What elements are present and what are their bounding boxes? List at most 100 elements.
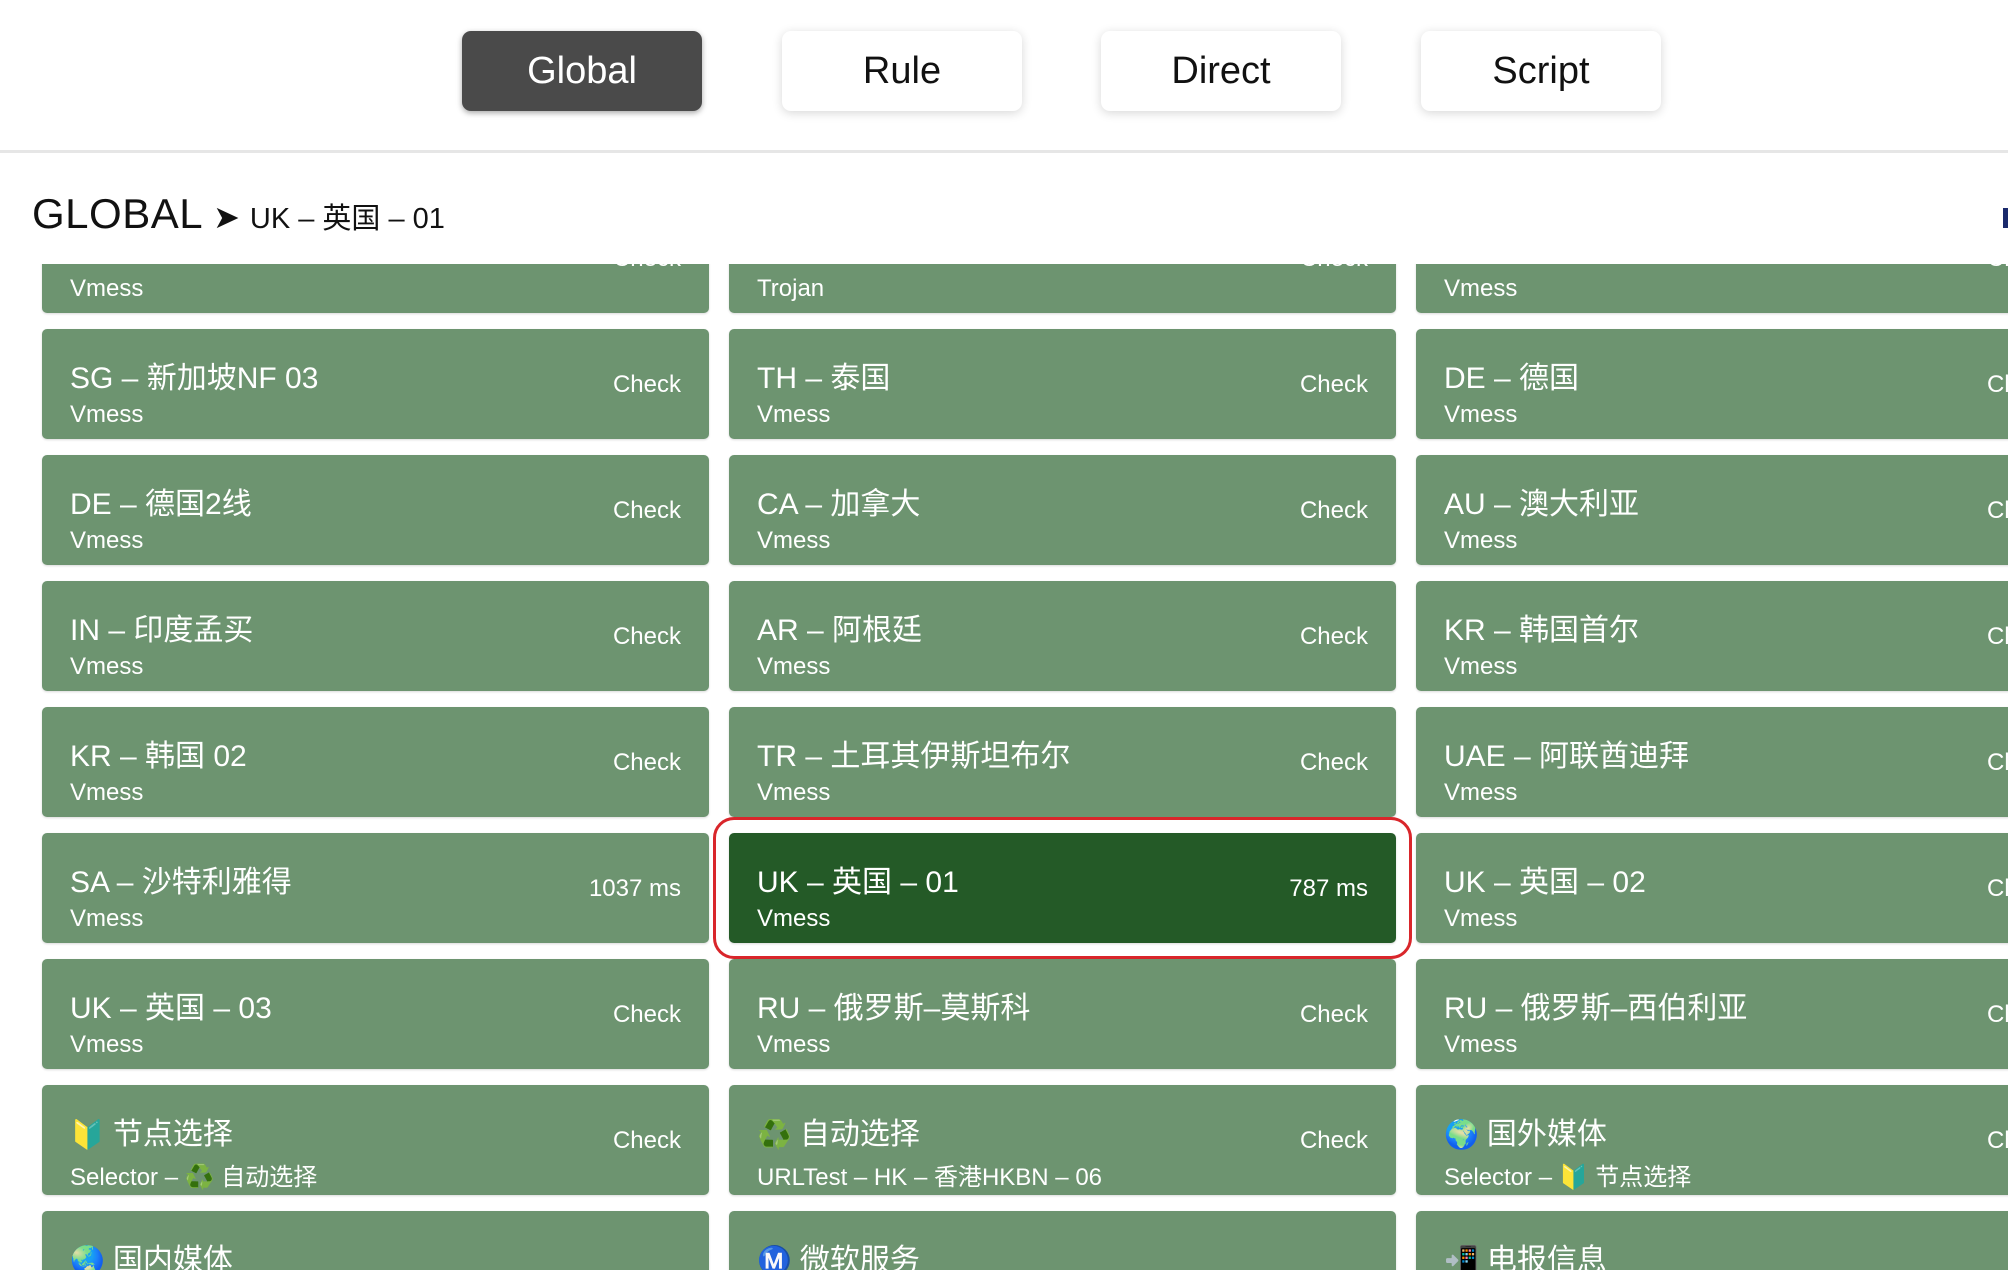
proxy-name-text: UK – 英国 – 03 bbox=[70, 992, 272, 1025]
proxy-name: AU – 澳大利亚 bbox=[1444, 479, 1639, 523]
check-latency-button[interactable]: Check bbox=[1300, 264, 1368, 273]
proxy-type: Vmess bbox=[1444, 527, 1518, 554]
proxy-card[interactable]: SG – 新加坡NF 03 Vmess Check bbox=[42, 329, 709, 439]
proxy-type: Selector – ♻️ 自动选择 bbox=[70, 1164, 318, 1191]
proxy-card[interactable]: ♻️ 自动选择 URLTest – HK – 香港HKBN – 06 Check bbox=[729, 1085, 1396, 1195]
proxy-card[interactable]: UK – 英国 – 02 Vmess Check bbox=[1416, 833, 2008, 943]
proxy-type: Trojan bbox=[757, 275, 825, 302]
check-latency-button[interactable]: Check bbox=[1987, 749, 2008, 777]
proxy-type: Vmess bbox=[1444, 653, 1518, 680]
proxy-name-text: DE – 德国 bbox=[1444, 362, 1580, 395]
proxy-card[interactable]: CA – 加拿大 Vmess Check bbox=[729, 455, 1396, 565]
check-latency-button[interactable]: Check bbox=[1300, 371, 1368, 399]
proxy-card[interactable]: Trojan Check bbox=[729, 264, 1396, 313]
proxy-card[interactable]: SA – 沙特利雅得 Vmess 1037 ms bbox=[42, 833, 709, 943]
proxy-type: Vmess bbox=[70, 401, 144, 428]
proxy-group-header[interactable]: GLOBAL ➤ UK – 英国 – 01 bbox=[32, 190, 445, 240]
proxy-name: CA – 加拿大 bbox=[757, 479, 920, 523]
check-latency-button[interactable]: Check bbox=[1987, 371, 2008, 399]
mode-global-button[interactable]: Global bbox=[462, 31, 702, 111]
proxy-list-viewport[interactable]: VmessCheckTrojanCheckVmessCheckSG – 新加坡N… bbox=[0, 264, 2008, 1270]
proxy-card[interactable]: 🔰 节点选择 Selector – ♻️ 自动选择 Check bbox=[42, 1085, 709, 1195]
check-latency-button[interactable]: Check bbox=[1300, 749, 1368, 777]
arrow-icon: ➤ bbox=[213, 199, 240, 235]
proxy-name-text: TH – 泰国 bbox=[757, 362, 891, 395]
proxy-card[interactable]: Vmess Check bbox=[1416, 264, 2008, 313]
check-latency-button[interactable]: Check bbox=[1300, 1127, 1368, 1155]
proxy-card[interactable]: RU – 俄罗斯–莫斯科 Vmess Check bbox=[729, 959, 1396, 1069]
check-latency-button[interactable]: Check bbox=[1300, 1001, 1368, 1029]
proxy-card-selected[interactable]: UK – 英国 – 01 Vmess 787 ms bbox=[713, 817, 1412, 959]
check-latency-button[interactable]: Check bbox=[613, 1127, 681, 1155]
proxy-type: Vmess bbox=[1444, 401, 1518, 428]
check-latency-button[interactable]: Check bbox=[1987, 264, 2008, 273]
proxy-name: Ⓜ️ 微软服务 bbox=[757, 1235, 920, 1270]
proxy-type: Vmess bbox=[1444, 275, 1518, 302]
proxy-name-text: AR – 阿根廷 bbox=[757, 614, 923, 647]
latency-label: 1037 ms bbox=[588, 875, 681, 902]
mode-script-button[interactable]: Script bbox=[1421, 31, 1661, 111]
proxy-name: KR – 韩国 02 bbox=[70, 731, 247, 775]
proxy-card[interactable]: KR – 韩国 02 Vmess Check bbox=[42, 707, 709, 817]
proxy-card[interactable]: KR – 韩国首尔 Vmess Check bbox=[1416, 581, 2008, 691]
proxy-card[interactable]: TR – 土耳其伊斯坦布尔 Vmess Check bbox=[729, 707, 1396, 817]
proxy-card[interactable]: AR – 阿根廷 Vmess Check bbox=[729, 581, 1396, 691]
proxy-name-text: KR – 韩国 02 bbox=[70, 740, 247, 773]
proxy-name-text: KR – 韩国首尔 bbox=[1444, 614, 1640, 647]
proxy-card[interactable]: DE – 德国 Vmess Check bbox=[1416, 329, 2008, 439]
proxy-type: Vmess bbox=[70, 905, 144, 932]
proxy-name-text: UK – 英国 – 02 bbox=[1444, 866, 1646, 899]
check-latency-button[interactable]: Check bbox=[613, 497, 681, 525]
proxy-card[interactable]: TH – 泰国 Vmess Check bbox=[729, 329, 1396, 439]
proxy-name: IN – 印度孟买 bbox=[70, 605, 253, 649]
proxy-emoji-icon: 🔰 bbox=[70, 1119, 105, 1150]
check-latency-button[interactable]: Check bbox=[613, 749, 681, 777]
proxy-card[interactable]: 📲 电报信息 bbox=[1416, 1211, 2008, 1270]
proxy-type: Vmess bbox=[757, 653, 831, 680]
proxy-card[interactable]: IN – 印度孟买 Vmess Check bbox=[42, 581, 709, 691]
proxy-type: Vmess bbox=[757, 1031, 831, 1058]
proxy-emoji-icon: 🌏 bbox=[70, 1245, 105, 1270]
proxy-type: Vmess bbox=[70, 653, 144, 680]
proxy-type: Vmess bbox=[70, 527, 144, 554]
check-latency-button[interactable]: Check bbox=[1987, 1001, 2008, 1029]
proxy-card[interactable]: RU – 俄罗斯–西伯利亚 Vmess Check bbox=[1416, 959, 2008, 1069]
proxy-name: UK – 英国 – 02 bbox=[1444, 857, 1646, 901]
check-latency-button[interactable]: Check bbox=[613, 623, 681, 651]
proxy-name-text: TR – 土耳其伊斯坦布尔 bbox=[757, 740, 1071, 773]
check-latency-button[interactable]: Check bbox=[1300, 497, 1368, 525]
proxy-type: Selector – 🔰 节点选择 bbox=[1444, 1164, 1692, 1191]
proxy-name-text: 电报信息 bbox=[1486, 1244, 1607, 1270]
proxy-card[interactable]: 🌍国外媒体 Selector – 🔰 节点选择 Check bbox=[1416, 1085, 2008, 1195]
check-latency-button[interactable]: Check bbox=[1300, 623, 1368, 651]
check-latency-button[interactable]: Check bbox=[1987, 875, 2008, 903]
proxy-card[interactable]: Ⓜ️ 微软服务 bbox=[729, 1211, 1396, 1270]
proxy-type: URLTest – HK – 香港HKBN – 06 bbox=[757, 1164, 1103, 1191]
proxy-name: 🌏 国内媒体 bbox=[70, 1235, 233, 1270]
proxy-name-text: 自动选择 bbox=[799, 1118, 920, 1151]
proxy-card[interactable]: 🌏 国内媒体 bbox=[42, 1211, 709, 1270]
latency-label: 787 ms bbox=[1289, 875, 1368, 902]
check-latency-button[interactable]: Check bbox=[613, 371, 681, 399]
mode-direct-button[interactable]: Direct bbox=[1101, 31, 1341, 111]
proxy-card[interactable]: UK – 英国 – 03 Vmess Check bbox=[42, 959, 709, 1069]
check-latency-button[interactable]: Check bbox=[1987, 1127, 2008, 1155]
proxy-card[interactable]: UAE – 阿联酋迪拜 Vmess Check bbox=[1416, 707, 2008, 817]
proxy-name: TH – 泰国 bbox=[757, 353, 890, 397]
check-latency-button[interactable]: Check bbox=[613, 264, 681, 273]
check-latency-button[interactable]: Check bbox=[1987, 623, 2008, 651]
proxy-card[interactable]: Vmess Check bbox=[42, 264, 709, 313]
group-title: GLOBAL bbox=[32, 190, 204, 237]
proxy-type: Vmess bbox=[757, 905, 831, 932]
proxy-name: AR – 阿根廷 bbox=[757, 605, 922, 649]
check-latency-button[interactable]: Check bbox=[613, 1001, 681, 1029]
proxy-card[interactable]: DE – 德国2线 Vmess Check bbox=[42, 455, 709, 565]
check-latency-button[interactable]: Check bbox=[1987, 497, 2008, 525]
proxy-emoji-icon: ♻️ bbox=[757, 1119, 792, 1150]
proxy-name: UK – 英国 – 03 bbox=[70, 983, 272, 1027]
proxy-card[interactable]: AU – 澳大利亚 Vmess Check bbox=[1416, 455, 2008, 565]
proxy-type: Vmess bbox=[1444, 779, 1518, 806]
mode-rule-button[interactable]: Rule bbox=[782, 31, 1022, 111]
proxy-name-text: CA – 加拿大 bbox=[757, 488, 921, 521]
proxy-name-text: RU – 俄罗斯–莫斯科 bbox=[757, 992, 1031, 1025]
